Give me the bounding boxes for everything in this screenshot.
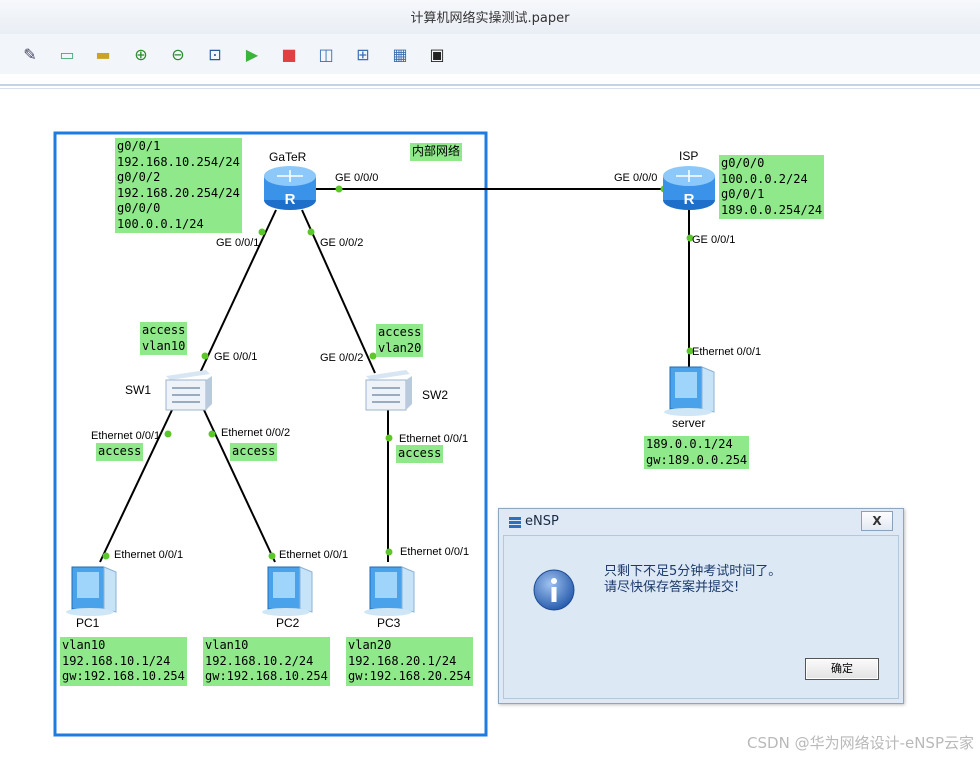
dialog-message-line1: 只剩下不足5分钟考试时间了。 xyxy=(604,564,782,579)
port-dot xyxy=(208,430,216,438)
port-label: Ethernet 0/0/1 xyxy=(400,546,470,558)
device-name-pc1: PC1 xyxy=(76,616,100,630)
port-label: Ethernet 0/0/1 xyxy=(91,430,161,442)
port-dot xyxy=(385,434,393,442)
ensp-alert-dialog[interactable]: eNSP X 只剩下不足5分钟考试时间了。 请尽快保存答案并提交! 确定 xyxy=(498,508,904,704)
port-label: GE 0/0/2 xyxy=(320,352,364,364)
port-label: Ethernet 0/0/2 xyxy=(221,427,291,439)
dialog-title: eNSP xyxy=(525,514,559,529)
note-gater-config[interactable]: g0/0/1 192.168.10.254/24 g0/0/2 192.168.… xyxy=(115,138,242,233)
device-name-gater: GaTeR xyxy=(269,150,307,164)
port-label: GE 0/0/2 xyxy=(320,237,364,249)
dialog-message: 只剩下不足5分钟考试时间了。 请尽快保存答案并提交! xyxy=(604,564,781,596)
port-dot xyxy=(201,352,209,360)
info-icon xyxy=(533,569,575,611)
port-dot xyxy=(164,430,172,438)
device-name-pc3: PC3 xyxy=(377,616,401,630)
port-label: GE 0/0/0 xyxy=(614,172,658,184)
router-isp-icon[interactable]: R xyxy=(663,166,715,210)
router-gater-icon[interactable]: R xyxy=(264,166,316,210)
port-dot xyxy=(268,552,276,560)
watermark: CSDN @华为网络设计-eNSP云家 xyxy=(747,734,974,752)
ensp-logo-icon xyxy=(509,517,521,528)
dialog-message-line2: 请尽快保存答案并提交! xyxy=(604,580,740,595)
note-server-config[interactable]: 189.0.0.1/24 gw:189.0.0.254 xyxy=(644,436,750,469)
port-label: GE 0/0/0 xyxy=(335,172,379,184)
note-sw1-eth1[interactable]: access xyxy=(96,443,144,461)
port-label: GE 0/0/1 xyxy=(214,351,258,363)
pc1-icon[interactable] xyxy=(66,566,117,616)
svg-text:R: R xyxy=(285,191,296,208)
note-sw1-uplink[interactable]: access vlan10 xyxy=(140,322,188,355)
device-name-server: server xyxy=(672,416,706,430)
port-dot xyxy=(258,228,266,236)
link-gater-sw1 xyxy=(199,209,277,374)
port-label: Ethernet 0/0/1 xyxy=(692,346,762,358)
zone-label: 内部网络 xyxy=(410,143,463,161)
server-icon[interactable] xyxy=(664,366,715,416)
device-name-sw1: SW1 xyxy=(125,383,152,397)
svg-text:R: R xyxy=(684,191,695,208)
port-label: GE 0/0/1 xyxy=(692,234,736,246)
port-label: Ethernet 0/0/1 xyxy=(279,549,349,561)
device-name-pc2: PC2 xyxy=(276,616,300,630)
pc2-icon[interactable] xyxy=(262,566,313,616)
device-name-sw2: SW2 xyxy=(422,388,449,402)
port-label: GE 0/0/1 xyxy=(216,237,260,249)
note-pc2-config[interactable]: vlan10 192.168.10.2/24 gw:192.168.10.254 xyxy=(203,637,330,686)
pc3-icon[interactable] xyxy=(364,566,415,616)
dialog-body: 只剩下不足5分钟考试时间了。 请尽快保存答案并提交! 确定 xyxy=(503,535,899,699)
port-dot xyxy=(335,185,343,193)
port-dot xyxy=(385,548,393,556)
switch-sw2-icon[interactable] xyxy=(365,370,412,411)
note-pc1-config[interactable]: vlan10 192.168.10.1/24 gw:192.168.10.254 xyxy=(60,637,187,686)
port-dot xyxy=(102,552,110,560)
note-sw2-uplink[interactable]: access vlan20 xyxy=(376,324,424,357)
note-isp-config[interactable]: g0/0/0 100.0.0.2/24 g0/0/1 189.0.0.254/2… xyxy=(719,155,825,219)
note-pc3-config[interactable]: vlan20 192.168.20.1/24 gw:192.168.20.254 xyxy=(346,637,473,686)
device-name-isp: ISP xyxy=(679,149,699,163)
port-dot xyxy=(307,228,315,236)
port-label: Ethernet 0/0/1 xyxy=(114,549,184,561)
note-sw2-eth1[interactable]: access xyxy=(396,445,444,463)
dialog-ok-button[interactable]: 确定 xyxy=(805,658,879,680)
note-sw1-eth2[interactable]: access xyxy=(230,443,278,461)
switch-sw1-icon[interactable] xyxy=(165,370,212,411)
dialog-close-button[interactable]: X xyxy=(861,511,893,531)
